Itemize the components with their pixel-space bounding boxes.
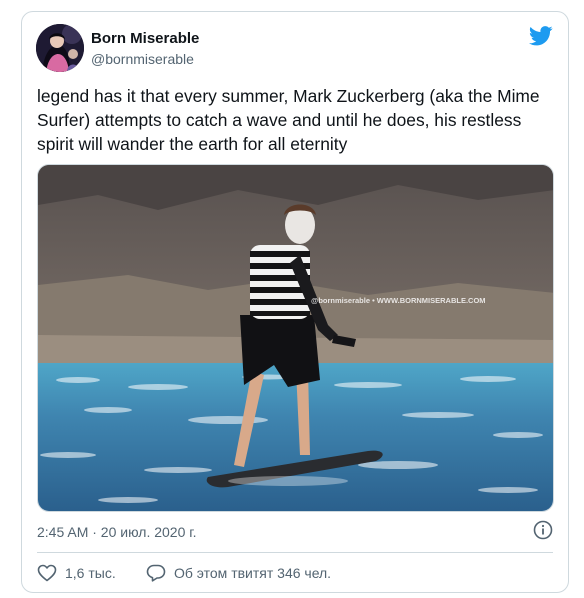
tweet-timestamp[interactable]: 2:45 AM · 20 июл. 2020 г.: [37, 524, 197, 540]
twitter-bird-icon[interactable]: [528, 26, 553, 46]
speech-bubble-icon: [146, 564, 166, 582]
tweet-text: legend has it that every summer, Mark Zu…: [37, 86, 540, 154]
heart-icon: [37, 564, 57, 582]
info-icon[interactable]: [533, 520, 553, 540]
divider: [37, 552, 553, 553]
discussion-text: Об этом твитят 346 чел.: [174, 565, 332, 581]
like-count: 1,6 тыс.: [65, 565, 116, 581]
tweet-card: Born Miserable @bornmiserable legend has…: [21, 11, 569, 593]
like-button[interactable]: 1,6 тыс.: [37, 563, 116, 583]
author-name[interactable]: Born Miserable: [91, 30, 199, 47]
avatar[interactable]: [36, 24, 84, 72]
author-handle[interactable]: @bornmiserable: [91, 51, 194, 67]
photo-watermark: @bornmiserable • WWW.BORNMISERABLE.COM: [311, 296, 486, 305]
tweet-photo[interactable]: @bornmiserable • WWW.BORNMISERABLE.COM: [37, 164, 554, 512]
discussion-link[interactable]: Об этом твитят 346 чел.: [146, 563, 331, 583]
